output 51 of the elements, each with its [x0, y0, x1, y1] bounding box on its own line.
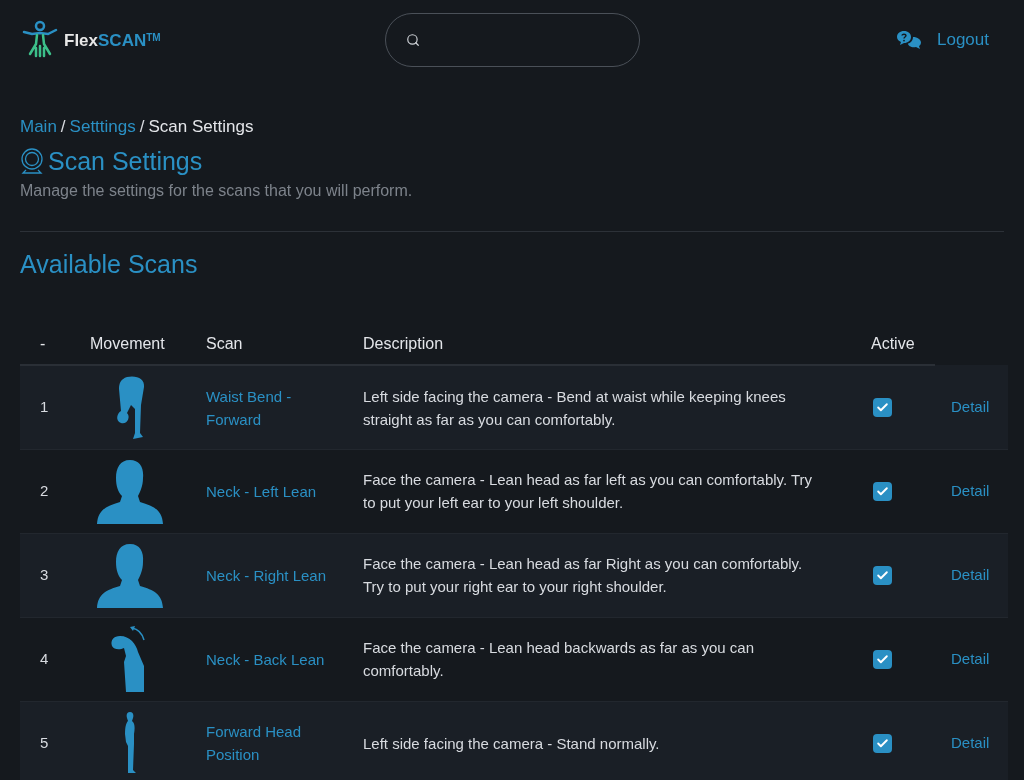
page-description: Manage the settings for the scans that you will perform. [20, 180, 414, 201]
row-number: 5 [40, 734, 49, 751]
detail-link[interactable]: Detail [951, 482, 990, 499]
column-header: Active [871, 334, 915, 352]
webcam-icon [20, 148, 44, 175]
row-number: 3 [40, 566, 49, 583]
section-title: Available Scans [20, 248, 199, 280]
scan-description: Left side facing the camera - Bend at waist while keeping knees straight as far as you can comfortably. [363, 386, 787, 430]
scan-description: Face the camera - Lean head backwards as far as you can comfortably. [363, 638, 756, 682]
row-number: 4 [40, 650, 49, 667]
column-header: Description [363, 334, 444, 352]
active-checkbox[interactable] [873, 733, 892, 753]
scan-link[interactable]: Forward Head Position [206, 720, 334, 767]
detail-link[interactable]: Detail [951, 566, 990, 583]
column-header: Scan [206, 334, 243, 352]
scan-link[interactable]: Waist Bend - Forward [206, 384, 334, 431]
check-icon [876, 736, 889, 750]
brand-name: FlexSCAN$^{TM}$ [64, 31, 161, 49]
detail-link[interactable]: Detail [951, 650, 990, 667]
check-icon [876, 401, 889, 414]
scan-description: Face the camera - Lean head as far left as you can comfortably. Try to put your left ear to your left shoulder. [363, 470, 814, 514]
person-bust-icon [96, 542, 164, 609]
column-header: Movement [90, 334, 165, 352]
row-number: 2 [40, 482, 49, 499]
active-checkbox[interactable] [873, 565, 892, 585]
person-bust-icon [96, 458, 164, 525]
page-title: Scan Settings [48, 145, 203, 177]
breadcrumb-link[interactable]: Setttings [69, 114, 136, 140]
scan-description: Left side facing the camera - Stand normally. [363, 733, 661, 754]
check-icon [876, 568, 889, 582]
scan-description: Face the camera - Lean head as far Right as you can comfortably. Try to put your right ear to your right shoulder. [363, 554, 804, 598]
column-header: - [40, 334, 46, 352]
search-icon [405, 32, 420, 48]
active-checkbox[interactable] [873, 649, 892, 669]
breadcrumb-link[interactable]: Main [20, 114, 57, 140]
row-number: 1 [40, 398, 49, 416]
active-checkbox[interactable] [873, 398, 892, 417]
logout-link[interactable]: Logout [937, 27, 989, 53]
scan-link[interactable]: Neck - Right Lean [206, 563, 334, 587]
detail-link[interactable]: Detail [951, 397, 990, 415]
logo-icon [20, 20, 60, 60]
check-icon [876, 652, 889, 666]
scan-link[interactable]: Neck - Back Lean [206, 647, 334, 671]
breadcrumb-separator: / [60, 116, 66, 138]
breadcrumb-current: Scan Settings [148, 116, 254, 138]
active-checkbox[interactable] [873, 481, 892, 501]
chat-help-icon[interactable] [897, 31, 921, 49]
check-icon [876, 484, 889, 498]
scan-link[interactable]: Neck - Left Lean [206, 479, 334, 503]
breadcrumb-separator: / [139, 116, 145, 138]
detail-link[interactable]: Detail [951, 734, 990, 751]
